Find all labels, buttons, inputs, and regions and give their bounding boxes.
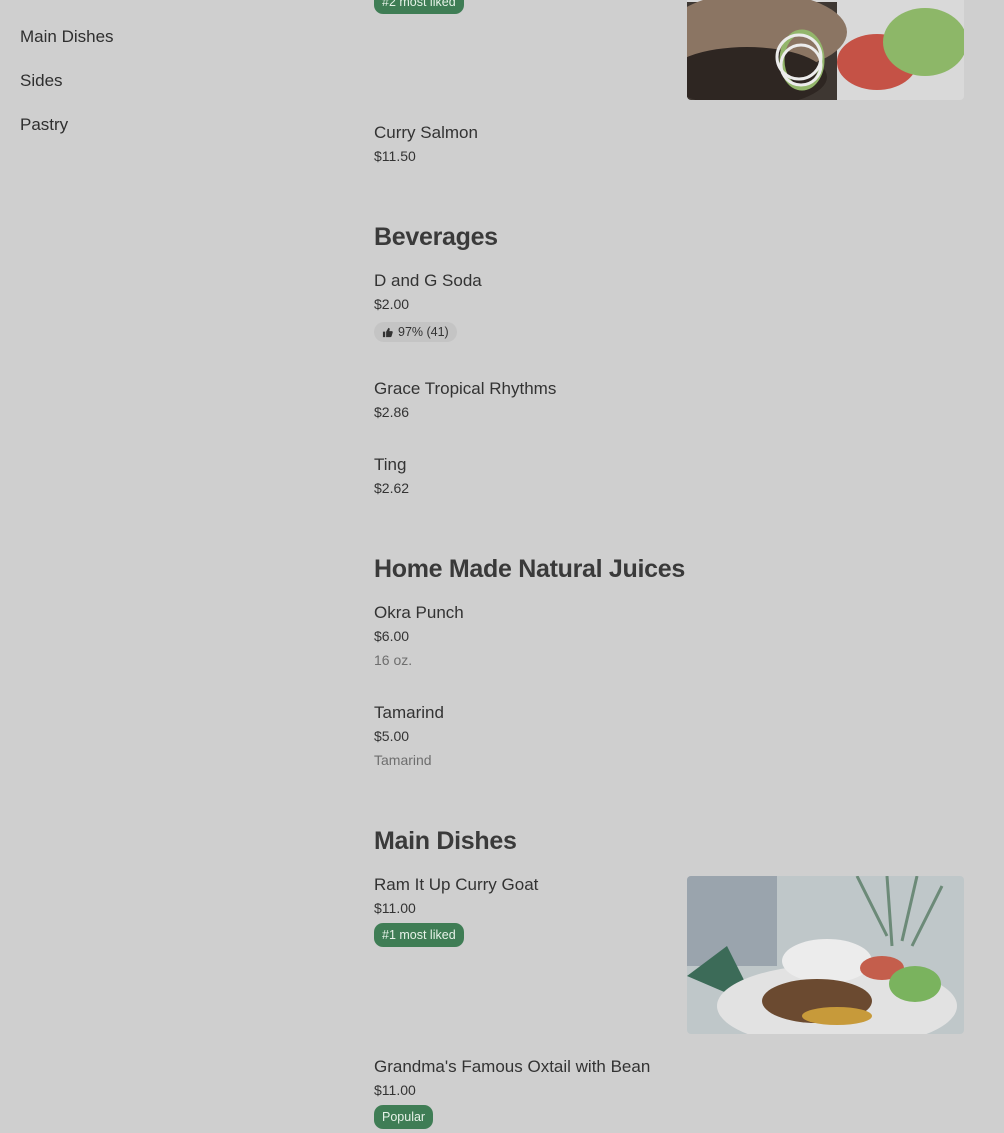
sidebar-item-pastry[interactable]: Pastry (20, 110, 320, 154)
item-photo-jerk-plate[interactable] (687, 0, 964, 100)
most-liked-badge: #2 most liked (374, 0, 464, 14)
item-name: Grace Tropical Rhythms (374, 379, 557, 398)
most-liked-badge: #1 most liked (374, 923, 464, 947)
menu-item-dg-soda[interactable]: D and G Soda $2.00 97% (41) (374, 270, 964, 343)
section-title-main-dishes: Main Dishes (374, 827, 517, 855)
item-name: Okra Punch (374, 603, 464, 622)
item-price: $2.62 (374, 480, 410, 496)
item-description: Tamarind (374, 752, 432, 768)
menu-item-grace-tropical-rhythms[interactable]: Grace Tropical Rhythms $2.86 (374, 378, 964, 421)
item-price: $11.00 (374, 1082, 416, 1098)
item-name: Curry Salmon (374, 123, 478, 142)
item-price: $6.00 (374, 628, 410, 644)
popular-badge: Popular (374, 1105, 434, 1129)
item-name: Grandma's Famous Oxtail with Bean (374, 1057, 651, 1076)
jerk-plate-image (687, 0, 964, 100)
rating-badge: 97% (41) (374, 322, 457, 342)
curry-goat-image (687, 876, 964, 1034)
menu-item-ting[interactable]: Ting $2.62 (374, 454, 964, 497)
rating-text: 97% (41) (398, 325, 449, 339)
section-title-beverages: Beverages (374, 223, 498, 251)
thumbs-up-icon (382, 327, 393, 337)
item-name: Tamarind (374, 703, 444, 722)
menu-item-curry-salmon[interactable]: Curry Salmon $11.50 (374, 122, 964, 165)
menu-item-oxtail[interactable]: Grandma's Famous Oxtail with Bean $11.00… (374, 1056, 964, 1129)
menu-item-tamarind[interactable]: Tamarind $5.00 Tamarind (374, 702, 964, 769)
category-sidebar: Main Dishes Sides Pastry (20, 22, 320, 154)
item-photo-curry-goat[interactable] (687, 876, 964, 1034)
item-price: $2.86 (374, 404, 410, 420)
menu-item-okra-punch[interactable]: Okra Punch $6.00 16 oz. (374, 602, 964, 669)
item-name: D and G Soda (374, 271, 482, 290)
item-price: $2.00 (374, 296, 410, 312)
sidebar-item-main-dishes[interactable]: Main Dishes (20, 22, 320, 66)
item-price: $5.00 (374, 728, 410, 744)
section-title-juices: Home Made Natural Juices (374, 555, 685, 583)
item-name: Ting (374, 455, 407, 474)
item-price: $11.50 (374, 148, 416, 164)
sidebar-item-sides[interactable]: Sides (20, 66, 320, 110)
item-description: 16 oz. (374, 652, 413, 668)
